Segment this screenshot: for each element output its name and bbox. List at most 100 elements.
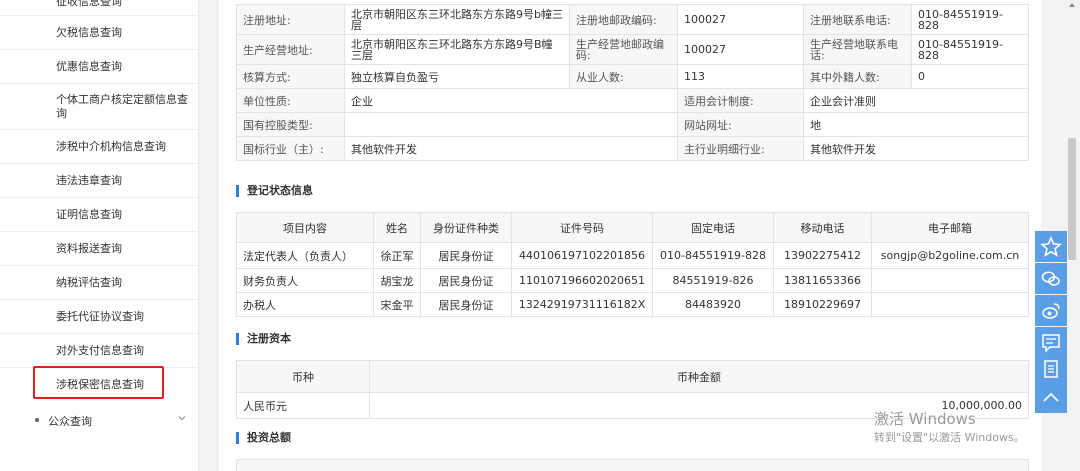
field-label: 生产经营地联系电话: bbox=[803, 34, 912, 65]
sidebar-item-submissions[interactable]: 资料报送查询 bbox=[0, 232, 198, 266]
table-cell: songjp@b2goline.com.cn bbox=[871, 242, 1029, 269]
table-row: 核算方式: 独立核算自负盈亏 从业人数: 113 其中外籍人数: 0 bbox=[236, 64, 1029, 89]
scroll-up-arrow-icon[interactable] bbox=[1069, 2, 1075, 8]
table-row: 注册地址: 北京市朝阳区东三环北路东方东路9号b幢三层 注册地邮政编码: 100… bbox=[236, 4, 1029, 35]
table-header-row: 币种 币种金额 bbox=[236, 360, 1029, 393]
sidebar-item-tax-arrears[interactable]: 欠税信息查询 bbox=[0, 16, 198, 50]
windows-activation-hint: 转到"设置"以激活 Windows。 bbox=[874, 431, 1025, 444]
sidebar-item-entrusted-collection[interactable]: 委托代征协议查询 bbox=[0, 300, 198, 334]
field-label: 主行业明细行业: bbox=[677, 136, 804, 161]
field-label: 国有控股类型: bbox=[236, 112, 345, 137]
table-row: 国有控股类型: 网站网址: 地 bbox=[236, 112, 1029, 137]
back-to-top-button[interactable] bbox=[1035, 382, 1067, 413]
field-label: 注册地址: bbox=[236, 4, 345, 35]
sidebar-group-public-query[interactable]: 公众查询 bbox=[0, 404, 198, 436]
windows-activation-title: 激活 Windows bbox=[874, 410, 976, 428]
field-value: 0 bbox=[911, 64, 1029, 89]
column-header: 币种 bbox=[236, 360, 370, 393]
sidebar-item-label: 个体工商户核定定额信息查询 bbox=[56, 92, 188, 120]
field-label: 生产经营地址: bbox=[236, 34, 345, 65]
column-header: 币种金额 bbox=[369, 360, 1029, 393]
field-value: 地 bbox=[803, 112, 1029, 137]
field-label: 注册地邮政编码: bbox=[569, 4, 678, 35]
table-cell: 法定代表人（负责人） bbox=[236, 242, 374, 269]
bullet-icon bbox=[35, 418, 39, 422]
notes-button[interactable] bbox=[1035, 353, 1067, 384]
field-value: 其他软件开发 bbox=[344, 136, 678, 161]
field-value: 100027 bbox=[677, 4, 804, 35]
table-row: 国标行业（主）: 其他软件开发 主行业明细行业: 其他软件开发 bbox=[236, 136, 1029, 161]
field-value: 独立核算自负盈亏 bbox=[344, 64, 570, 89]
table-row: 法定代表人（负责人） 徐正军 居民身份证 440106197102201856 … bbox=[236, 242, 1029, 269]
column-header: 移动电话 bbox=[773, 212, 872, 243]
table-cell bbox=[871, 292, 1029, 317]
investment-table-header bbox=[236, 459, 1029, 471]
section-title-registration: 登记状态信息 bbox=[236, 185, 313, 197]
table-row: 办税人 宋金平 居民身份证 13242919731116182X 8448392… bbox=[236, 292, 1029, 317]
sidebar-item-label: 纳税评估查询 bbox=[56, 275, 122, 289]
field-value: 010-84551919-828 bbox=[911, 4, 1029, 35]
registration-table: 项目内容 姓名 身份证件种类 证件号码 固定电话 移动电话 电子邮箱 法定代表人… bbox=[236, 212, 1029, 317]
weibo-button[interactable] bbox=[1035, 295, 1067, 326]
table-cell: 13902275412 bbox=[773, 242, 872, 269]
table-cell: 徐正军 bbox=[373, 242, 421, 269]
content-gutter bbox=[199, 0, 219, 471]
sidebar-item-preferential[interactable]: 优惠信息查询 bbox=[0, 50, 198, 84]
column-header: 证件号码 bbox=[511, 212, 653, 243]
chevron-up-icon bbox=[1043, 392, 1059, 402]
table-cell: 110107196602020651 bbox=[511, 268, 653, 293]
sidebar-item-external-payment[interactable]: 对外支付信息查询 bbox=[0, 334, 198, 368]
field-label: 注册地联系电话: bbox=[803, 4, 912, 35]
sidebar-item-label: 证明信息查询 bbox=[56, 207, 122, 221]
field-value: 企业会计准则 bbox=[803, 88, 1029, 113]
table-cell: 居民身份证 bbox=[420, 292, 512, 317]
sidebar-item-label: 征收信息查询 bbox=[56, 0, 122, 8]
message-icon bbox=[1042, 333, 1060, 353]
field-label: 生产经营地邮政编码: bbox=[569, 34, 678, 65]
sidebar-item-violations[interactable]: 违法违章查询 bbox=[0, 164, 198, 198]
table-cell: 居民身份证 bbox=[420, 268, 512, 293]
field-value: 113 bbox=[677, 64, 804, 89]
section-title-capital: 注册资本 bbox=[236, 333, 291, 345]
field-value bbox=[344, 112, 678, 137]
sidebar-item-label: 欠税信息查询 bbox=[56, 25, 122, 39]
table-cell: 13811653366 bbox=[773, 268, 872, 293]
sidebar-item-label: 优惠信息查询 bbox=[56, 59, 122, 73]
document-icon bbox=[1044, 359, 1058, 378]
field-value: 010-84551919-828 bbox=[911, 34, 1029, 65]
sidebar-group-label: 公众查询 bbox=[48, 415, 92, 428]
table-cell: 84551919-826 bbox=[652, 268, 774, 293]
column-header: 固定电话 bbox=[652, 212, 774, 243]
table-cell: 宋金平 bbox=[373, 292, 421, 317]
taxpayer-info-table: 注册地址: 北京市朝阳区东三环北路东方东路9号b幢三层 注册地邮政编码: 100… bbox=[236, 4, 1029, 161]
sidebar-item-individual-quota[interactable]: 个体工商户核定定额信息查询 bbox=[0, 84, 198, 130]
table-cell bbox=[871, 268, 1029, 293]
column-header: 项目内容 bbox=[236, 212, 374, 243]
field-value: 北京市朝阳区东三环北路东方东路9号B幢三层 bbox=[344, 34, 570, 65]
table-cell: 84483920 bbox=[652, 292, 774, 317]
sidebar: 征收信息查询 欠税信息查询 优惠信息查询 个体工商户核定定额信息查询 涉税中介机… bbox=[0, 0, 199, 471]
favorite-button[interactable] bbox=[1035, 231, 1067, 262]
sidebar-item-label: 委托代征协议查询 bbox=[56, 309, 144, 323]
field-value: 其他软件开发 bbox=[803, 136, 1029, 161]
page-scrollbar-thumb[interactable] bbox=[1068, 138, 1076, 260]
sidebar-item-label: 违法违章查询 bbox=[56, 173, 122, 187]
field-label: 其中外籍人数: bbox=[803, 64, 912, 89]
table-cell: 财务负责人 bbox=[236, 268, 374, 293]
column-header: 姓名 bbox=[373, 212, 421, 243]
sidebar-item-tax-assessment[interactable]: 纳税评估查询 bbox=[0, 266, 198, 300]
table-cell: 胡宝龙 bbox=[373, 268, 421, 293]
field-label: 从业人数: bbox=[569, 64, 678, 89]
field-value: 北京市朝阳区东三环北路东方东路9号b幢三层 bbox=[344, 4, 570, 35]
sidebar-item-tax-agency[interactable]: 涉税中介机构信息查询 bbox=[0, 130, 198, 164]
column-header: 身份证件种类 bbox=[420, 212, 512, 243]
table-cell: 440106197102201856 bbox=[511, 242, 653, 269]
sidebar-item-collection-info[interactable]: 征收信息查询 bbox=[0, 0, 198, 16]
field-label: 核算方式: bbox=[236, 64, 345, 89]
column-header: 电子邮箱 bbox=[871, 212, 1029, 243]
sidebar-item-label: 资料报送查询 bbox=[56, 241, 122, 255]
table-row: 财务负责人 胡宝龙 居民身份证 110107196602020651 84551… bbox=[236, 268, 1029, 293]
main-content: 注册地址: 北京市朝阳区东三环北路东方东路9号b幢三层 注册地邮政编码: 100… bbox=[219, 0, 1041, 471]
wechat-button[interactable] bbox=[1035, 263, 1067, 294]
sidebar-item-certificates[interactable]: 证明信息查询 bbox=[0, 198, 198, 232]
